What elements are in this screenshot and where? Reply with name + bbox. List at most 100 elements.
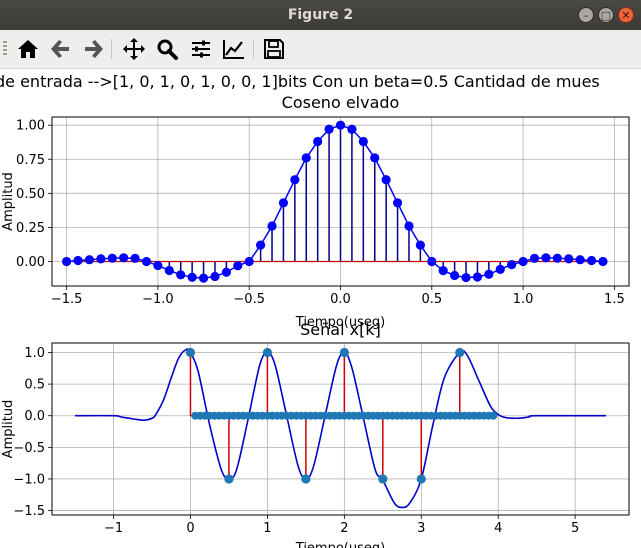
chart1-marker xyxy=(438,265,448,276)
chart1-xtick-label: 1.0 xyxy=(513,292,534,307)
chart1-marker xyxy=(472,272,483,282)
home-button[interactable] xyxy=(16,37,40,61)
toolbar-separator xyxy=(111,39,112,59)
chart2-zero-marker xyxy=(489,411,498,420)
chart1-marker xyxy=(198,273,209,283)
chart1-xtick-label: −1.5 xyxy=(51,292,83,307)
chart1-marker xyxy=(73,255,83,266)
chart1-marker xyxy=(427,256,437,267)
figure-canvas: −1.5 −1.0 −0.5 0.0 0.5 1.0 1.50.000.250.500.75… xyxy=(1,93,630,548)
chart1-marker xyxy=(541,253,551,263)
toolbar xyxy=(0,30,641,69)
chart1-marker xyxy=(301,153,311,163)
chart2-ytick-label: 0.0 xyxy=(24,409,45,424)
chart2-xtick-label: 1 xyxy=(263,521,271,536)
minimize-button[interactable]: – xyxy=(578,7,594,23)
chart1-axes xyxy=(48,116,630,290)
chart2-symbol-marker xyxy=(185,347,196,358)
magnifier-icon xyxy=(157,39,178,60)
back-button[interactable] xyxy=(49,37,73,61)
chart1-marker xyxy=(278,198,289,208)
chart2-symbol-marker xyxy=(262,347,273,358)
chart2-symbol-marker xyxy=(301,474,311,484)
chart1-marker xyxy=(564,254,574,264)
chart1-marker xyxy=(244,256,254,267)
chart2-symbol-marker xyxy=(416,474,426,484)
save-button[interactable] xyxy=(262,37,286,61)
chart1-marker xyxy=(153,260,163,271)
chart2-ytick-label: 0.5 xyxy=(24,378,45,393)
chart2-plot-area xyxy=(52,343,629,515)
chart1-xtick-label: 1.5 xyxy=(604,292,625,307)
window-titlebar: Figure 2 – □ ✕ xyxy=(0,0,641,30)
chart1-ytick-label: 0.00 xyxy=(16,255,45,270)
sliders-icon xyxy=(192,40,210,58)
chart2-symbol-marker xyxy=(378,474,388,484)
close-button[interactable]: ✕ xyxy=(618,7,634,23)
chart1-marker xyxy=(141,256,152,267)
chart1-marker xyxy=(586,255,597,266)
home-icon xyxy=(18,40,38,58)
chart1-marker xyxy=(450,270,460,281)
chart1-ytick-label: 0.50 xyxy=(16,187,45,202)
chart2-symbol-marker xyxy=(455,347,465,358)
chart1-marker xyxy=(575,255,585,265)
chart1-xtick-label: 0.0 xyxy=(330,292,351,307)
chart1-marker xyxy=(62,256,72,267)
chart1-marker xyxy=(221,267,231,277)
move-icon xyxy=(123,38,145,60)
chart1-ytick-label: 1.00 xyxy=(16,119,45,134)
chart1-marker xyxy=(233,261,243,271)
chart1-marker xyxy=(484,269,494,279)
chart1-marker xyxy=(461,272,471,283)
pan-button[interactable] xyxy=(122,37,146,61)
chart2-xtick-label: 2 xyxy=(340,521,348,536)
chart1-marker xyxy=(370,153,380,163)
chart2-xtick-label: 5 xyxy=(571,521,579,536)
toolbar-separator xyxy=(253,39,254,59)
chart1-xtick-label: −0.5 xyxy=(233,292,265,307)
chart1-xtick-label: −1.0 xyxy=(142,292,174,307)
chart1-marker xyxy=(84,255,95,265)
chart1-marker xyxy=(347,124,357,134)
chart1-marker xyxy=(164,265,174,276)
chart1-marker xyxy=(507,260,517,270)
chart1-marker xyxy=(404,221,414,231)
chart2-xtick-label: −1 xyxy=(104,521,123,536)
maximize-button[interactable]: □ xyxy=(598,7,614,23)
chart1-marker xyxy=(381,175,391,185)
chart2-xtick-label: 0 xyxy=(186,521,194,536)
chart2-xtick-label: 3 xyxy=(417,521,425,536)
chart2-ytick-label: −1.5 xyxy=(13,504,45,519)
chart1-marker xyxy=(392,198,403,208)
chart1-marker xyxy=(119,253,129,263)
forward-button[interactable] xyxy=(81,37,105,61)
window-title: Figure 2 xyxy=(287,7,354,23)
chart1-xtick-label: 0.5 xyxy=(421,292,442,307)
chart1-ylabel: Amplitud xyxy=(1,172,16,231)
chart2-title: Señal x[k] xyxy=(300,320,381,339)
chart1-marker xyxy=(518,256,528,267)
arrow-left-icon xyxy=(51,40,69,58)
chart2-ylabel: Amplitud xyxy=(1,400,16,459)
toolbar-grip xyxy=(3,41,7,57)
chart2-ytick-label: −1.0 xyxy=(13,472,45,487)
zoom-button[interactable] xyxy=(155,37,179,61)
chart1-marker xyxy=(552,253,562,263)
chart1-marker xyxy=(256,240,266,250)
chart2-ytick-label: 1.0 xyxy=(24,346,45,361)
figure-suptitle-text: de entrada -->[1, 0, 1, 0, 1, 0, 0, 1]bi… xyxy=(0,72,600,91)
chart1-marker xyxy=(187,272,197,282)
chart1-ytick-label: 0.25 xyxy=(16,221,45,236)
chart2-xtick-label: 4 xyxy=(494,521,502,536)
chart1-marker xyxy=(335,120,346,130)
subplots-button[interactable] xyxy=(189,37,213,61)
chart1-marker xyxy=(210,271,220,282)
edit-axes-button[interactable] xyxy=(222,37,246,61)
chart1-marker xyxy=(598,256,608,267)
floppy-disk-icon xyxy=(264,39,284,59)
chart1-marker xyxy=(107,253,117,263)
chart1-marker xyxy=(130,253,140,263)
arrow-right-icon xyxy=(85,40,103,58)
chart1-marker xyxy=(529,253,540,263)
